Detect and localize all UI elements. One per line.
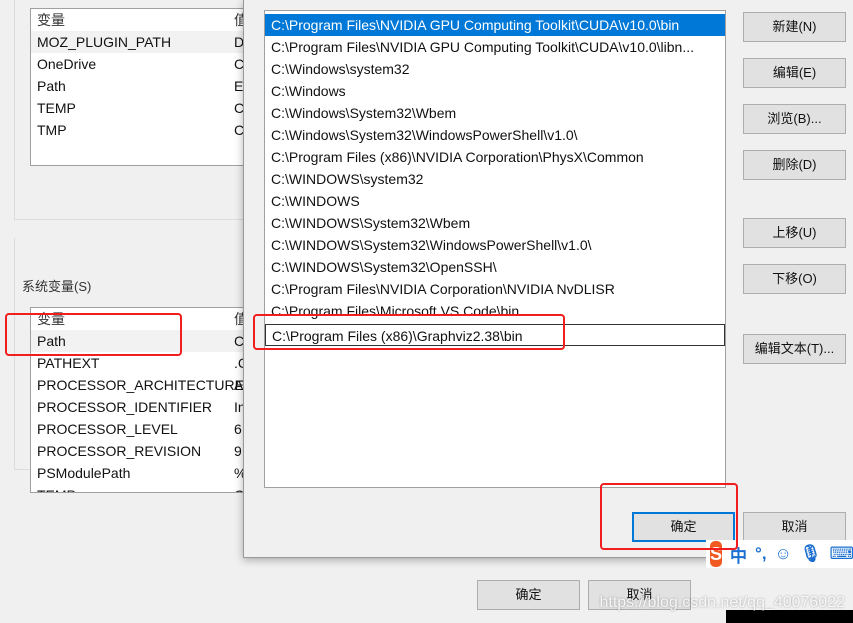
table-row[interactable]: PROCESSOR_IDENTIFIER In bbox=[31, 396, 254, 418]
path-list-item[interactable]: C:\WINDOWS\System32\Wbem bbox=[265, 212, 725, 234]
variable-value: E bbox=[234, 78, 244, 94]
table-row[interactable]: MOZ_PLUGIN_PATH D bbox=[31, 31, 254, 53]
column-header-variable[interactable]: 变量值 bbox=[31, 308, 254, 330]
move-down-button[interactable]: 下移(O) bbox=[743, 264, 846, 294]
path-list-item[interactable]: C:\Windows\System32\Wbem bbox=[265, 102, 725, 124]
system-vars-list[interactable]: 变量值 Path C PATHEXT .C PROCESSOR_ARCHITECTURE… bbox=[30, 307, 255, 493]
table-row[interactable]: Path E bbox=[31, 75, 254, 97]
path-list-item[interactable]: C:\Windows\system32 bbox=[265, 58, 725, 80]
path-list-item[interactable]: C:\WINDOWS\System32\WindowsPowerShell\v1… bbox=[265, 234, 725, 256]
path-list-item[interactable]: C:\Program Files (x86)\NVIDIA Corporatio… bbox=[265, 146, 725, 168]
variable-name: TEMP bbox=[37, 100, 76, 116]
path-list-item[interactable]: C:\Program Files\Microsoft VS Code\bin bbox=[265, 300, 725, 322]
watermark: https://blog.csdn.net/qq_40076022 bbox=[599, 594, 845, 611]
variable-value: 6 bbox=[234, 421, 242, 437]
table-row[interactable]: PROCESSOR_REVISION 9 bbox=[31, 440, 254, 462]
path-list-item[interactable]: C:\Windows bbox=[265, 80, 725, 102]
emoji-icon[interactable]: ☺ bbox=[775, 544, 792, 564]
user-vars-list[interactable]: 变量值 MOZ_PLUGIN_PATH D OneDrive C Path E TEMP C T… bbox=[30, 8, 255, 166]
variable-name: PROCESSOR_ARCHITECTURE bbox=[37, 377, 244, 393]
table-row[interactable]: PSModulePath% bbox=[31, 462, 254, 484]
variable-name: OneDrive bbox=[37, 56, 97, 72]
dialog-ok-button[interactable]: 确定 bbox=[632, 512, 735, 542]
variable-name: Path bbox=[37, 333, 66, 349]
edit-text-button[interactable]: 编辑文本(T)... bbox=[743, 334, 846, 364]
path-list-item[interactable]: C:\Program Files\NVIDIA Corporation\NVID… bbox=[265, 278, 725, 300]
delete-button[interactable]: 删除(D) bbox=[743, 150, 846, 180]
keyboard-icon[interactable]: ⌨ bbox=[830, 544, 853, 564]
variable-name: TEMP bbox=[37, 487, 76, 492]
edit-env-var-dialog: C:\Program Files\NVIDIA GPU Computing To… bbox=[243, 0, 853, 558]
table-row[interactable]: TMP C bbox=[31, 119, 254, 141]
variable-name: MOZ_PLUGIN_PATH bbox=[37, 34, 172, 50]
ime-toolbar[interactable]: S 中 °, ☺ 🎙 ⌨ bbox=[706, 540, 853, 568]
variable-name: PROCESSOR_IDENTIFIER bbox=[37, 399, 213, 415]
path-list-item[interactable]: C:\WINDOWS\system32 bbox=[265, 168, 725, 190]
table-row[interactable]: PROCESSOR_ARCHITECTURE A bbox=[31, 374, 254, 396]
variable-name: TMP bbox=[37, 122, 67, 138]
table-row[interactable]: OneDrive C bbox=[31, 53, 254, 75]
variable-value: A bbox=[234, 377, 244, 393]
table-row[interactable]: PATHEXT .C bbox=[31, 352, 254, 374]
new-button[interactable]: 新建(N) bbox=[743, 12, 846, 42]
variable-name: PATHEXT bbox=[37, 355, 100, 371]
table-row[interactable]: TEMPC bbox=[31, 484, 254, 492]
variable-name: Path bbox=[37, 78, 66, 94]
sogou-logo-icon: S bbox=[710, 541, 723, 567]
microphone-icon[interactable]: 🎙 bbox=[800, 544, 822, 564]
path-list-item[interactable]: C:\Program Files\NVIDIA GPU Computing To… bbox=[265, 36, 725, 58]
path-list-item[interactable]: C:\Windows\System32\WindowsPowerShell\v1… bbox=[265, 124, 725, 146]
table-row[interactable]: Path C bbox=[31, 330, 254, 352]
path-list[interactable]: C:\Program Files\NVIDIA GPU Computing To… bbox=[264, 10, 726, 488]
path-list-item[interactable]: C:\WINDOWS bbox=[265, 190, 725, 212]
variable-name: PROCESSOR_LEVEL bbox=[37, 421, 178, 437]
variable-name: PSModulePath bbox=[37, 465, 131, 481]
ime-punctuation[interactable]: °, bbox=[755, 544, 767, 564]
main-ok-button[interactable]: 确定 bbox=[477, 580, 580, 610]
path-list-item[interactable]: C:\Program Files\NVIDIA GPU Computing To… bbox=[265, 14, 725, 36]
path-list-item[interactable]: C:\WINDOWS\System32\OpenSSH\ bbox=[265, 256, 725, 278]
edit-button[interactable]: 编辑(E) bbox=[743, 58, 846, 88]
ime-language[interactable]: 中 bbox=[730, 542, 747, 567]
variable-name: PROCESSOR_REVISION bbox=[37, 443, 202, 459]
table-row[interactable]: PROCESSOR_LEVEL 6 bbox=[31, 418, 254, 440]
move-up-button[interactable]: 上移(U) bbox=[743, 218, 846, 248]
dialog-cancel-button[interactable]: 取消 bbox=[743, 512, 846, 542]
column-header-variable[interactable]: 变量值 bbox=[31, 9, 254, 31]
table-row[interactable]: TEMPC bbox=[31, 97, 254, 119]
variable-value: 9 bbox=[234, 443, 242, 459]
browse-button[interactable]: 浏览(B)... bbox=[743, 104, 846, 134]
path-list-item[interactable]: C:\Program Files (x86)\Graphviz2.38\bin bbox=[265, 324, 725, 346]
